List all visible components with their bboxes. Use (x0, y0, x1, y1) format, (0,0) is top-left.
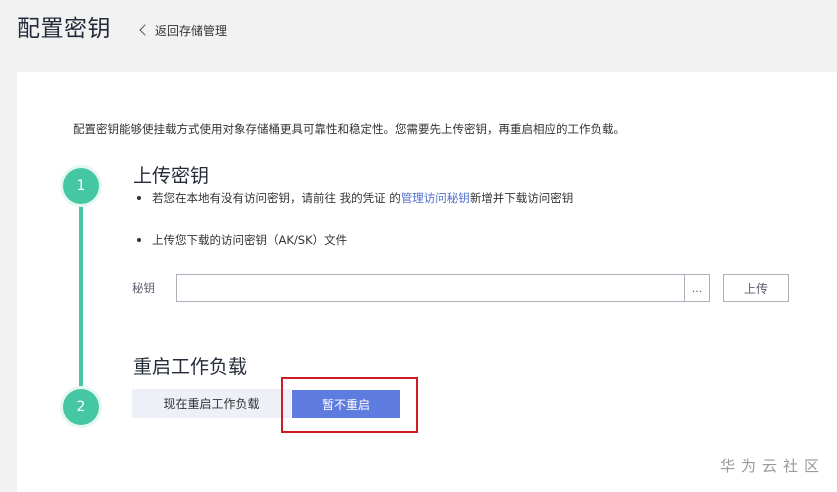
restart-now-button[interactable]: 现在重启工作负载 (132, 389, 291, 418)
bullet-get-key: 若您在本地有没有访问密钥，请前往 我的凭证 的 管理访问秘钥 新增并下载访问密钥 (134, 190, 573, 206)
bullet-get-key-prefix: 若您在本地有没有访问密钥，请前往 我的凭证 的 (152, 191, 401, 205)
bullet-upload-file: 上传您下载的访问密钥（AK/SK）文件 (134, 232, 347, 248)
restart-workload-title: 重启工作负载 (133, 356, 248, 378)
back-to-storage-link[interactable]: 返回存储管理 (138, 20, 227, 40)
step-2-badge: 2 (63, 389, 99, 425)
chevron-left-icon (139, 24, 151, 36)
key-field-label: 秘钥 (132, 281, 155, 295)
watermark-logo-text: 华为云社区 (719, 457, 825, 475)
page-title: 配置密钥 (17, 16, 111, 42)
bullet-get-key-suffix: 新增并下载访问密钥 (469, 191, 574, 205)
bullet-dot-icon (137, 196, 141, 200)
manage-access-key-link[interactable]: 管理访问秘钥 (401, 190, 470, 206)
back-link-label: 返回存储管理 (155, 23, 228, 38)
key-file-input[interactable] (176, 274, 684, 302)
bullet-upload-file-text: 上传您下载的访问密钥（AK/SK）文件 (152, 233, 348, 247)
skip-restart-button[interactable]: 暂不重启 (292, 390, 400, 418)
step-connector-line (79, 185, 83, 407)
config-card: 配置密钥能够使挂载方式使用对象存储桶更具可靠性和稳定性。您需要先上传密钥，再重启… (17, 72, 837, 492)
page-header: 配置密钥 返回存储管理 (0, 0, 837, 60)
description-text: 配置密钥能够使挂载方式使用对象存储桶更具可靠性和稳定性。您需要先上传密钥，再重启… (73, 122, 625, 136)
bullet-dot-icon (137, 238, 141, 242)
key-row: 秘钥 ... 上传 (132, 274, 789, 302)
browse-file-button[interactable]: ... (684, 274, 710, 302)
upload-key-title: 上传密钥 (133, 165, 210, 187)
upload-button[interactable]: 上传 (723, 274, 789, 302)
step-1-badge: 1 (63, 168, 99, 204)
